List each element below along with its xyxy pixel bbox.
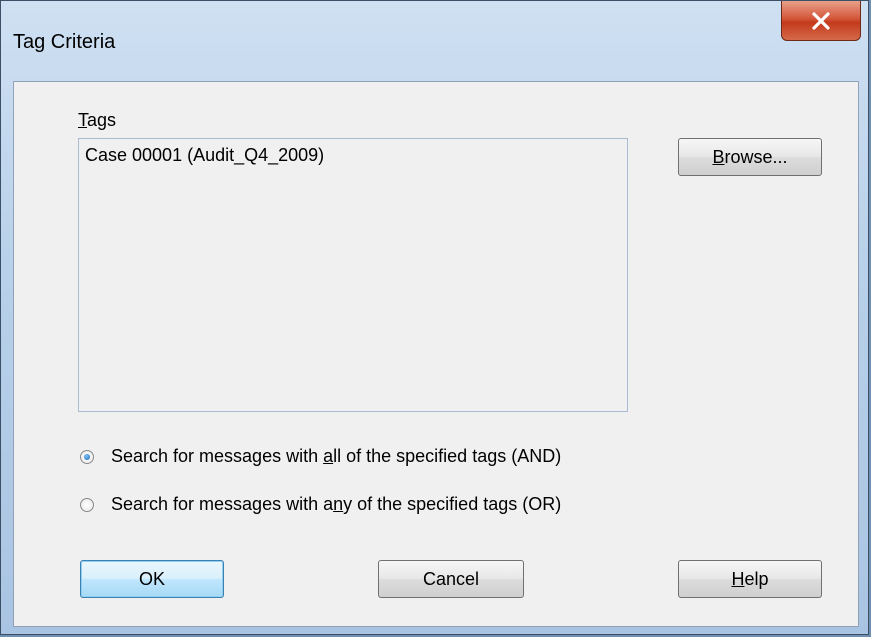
ok-button[interactable]: OK [80,560,224,598]
close-x-icon [812,11,830,30]
title-bar[interactable]: Tag Criteria [1,1,870,81]
browse-button[interactable]: Browse... [678,138,822,176]
radio-and[interactable] [80,449,94,464]
dialog-body: Tags Case 00001 (Audit_Q4_2009) Browse..… [13,81,859,627]
radio-and-option[interactable]: Search for messages with all of the spec… [80,446,561,467]
dialog-window: Tag Criteria Tags Case 00001 (Audit_Q4_2… [0,0,869,635]
window-title: Tag Criteria [13,31,116,53]
help-button[interactable]: Help [678,560,822,598]
radio-or-option[interactable]: Search for messages with any of the spec… [80,494,561,515]
list-item[interactable]: Case 00001 (Audit_Q4_2009) [85,145,324,166]
close-button[interactable] [781,1,861,41]
cancel-button[interactable]: Cancel [378,560,524,598]
radio-or[interactable] [80,497,94,512]
radio-or-label: Search for messages with any of the spec… [111,494,562,514]
radio-and-label: Search for messages with all of the spec… [111,446,562,466]
tags-listbox[interactable]: Case 00001 (Audit_Q4_2009) [78,138,628,412]
tags-label: Tags [78,110,117,130]
